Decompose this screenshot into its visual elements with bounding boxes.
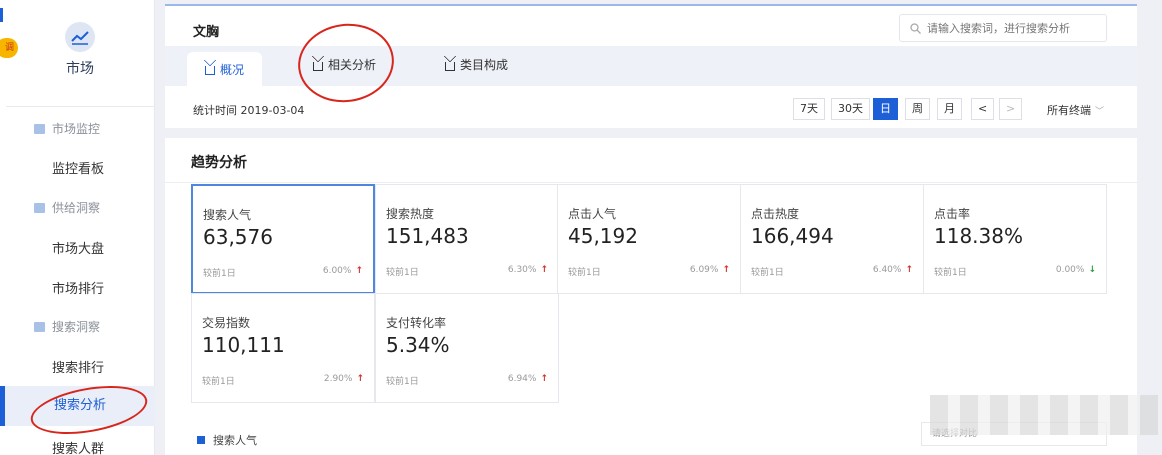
arrow-up-icon: ↑ <box>540 374 548 384</box>
compare-label: 较前1日 <box>202 377 235 387</box>
sidebar-edge-marker <box>0 8 3 22</box>
stat-date: 统计时间 2019-03-04 <box>193 104 305 117</box>
range-30d-button[interactable]: 30天 <box>831 98 870 120</box>
folder-icon <box>34 123 45 134</box>
nav-group-label: 市场监控 <box>52 122 101 136</box>
tab-label: 概况 <box>220 62 245 77</box>
change-value: 6.00% <box>322 266 352 276</box>
change-value: 2.90% <box>323 374 353 384</box>
metric-value: 151,483 <box>386 224 469 248</box>
sidebar-item-search-ranking[interactable]: 搜索排行 <box>52 357 104 376</box>
legend-label: 搜索人气 <box>213 434 257 447</box>
search-box[interactable] <box>899 14 1107 42</box>
arrow-up-icon: ↑ <box>905 265 913 275</box>
metric-value: 118.38% <box>934 224 1023 248</box>
metric-label: 搜索人气 <box>203 208 252 222</box>
change-value: 6.30% <box>507 265 537 275</box>
sidebar-item-market-ranking[interactable]: 市场排行 <box>52 278 104 297</box>
metric-label: 支付转化率 <box>386 316 447 330</box>
metric-card-search-popularity[interactable]: 搜索人气 63,576 较前1日 6.00% ↑ <box>191 184 375 294</box>
compare-label: 较前1日 <box>934 268 967 278</box>
metric-value: 5.34% <box>386 333 450 357</box>
metric-value: 166,494 <box>751 224 834 248</box>
metric-card-trade-index[interactable]: 交易指数 110,111 较前1日 2.90% ↑ <box>191 293 375 403</box>
nav-group-label: 搜索洞察 <box>52 320 101 334</box>
channel-select[interactable]: 所有终端 ﹀ <box>1047 102 1104 118</box>
range-7d-button[interactable]: 7天 <box>793 98 825 120</box>
metric-card-pay-conversion[interactable]: 支付转化率 5.34% 较前1日 6.94% ↑ <box>375 293 559 403</box>
change-value: 0.00% <box>1055 265 1085 275</box>
tab-label: 类目构成 <box>460 58 509 72</box>
chart-icon <box>65 22 95 52</box>
channel-select-value: 所有终端 <box>1047 104 1091 117</box>
metric-card-click-rate[interactable]: 点击率 118.38% 较前1日 0.00% ↓ <box>923 184 1107 294</box>
tab-category-composition[interactable]: 类目构成 <box>444 55 509 73</box>
nav-group-search-insight[interactable]: 搜索洞察 <box>34 318 100 335</box>
range-day-button[interactable]: 日 <box>873 98 898 120</box>
home-icon <box>204 60 216 75</box>
metric-label: 搜索热度 <box>386 207 435 221</box>
sidebar-item-search-crowd[interactable]: 搜索人群 <box>52 438 104 455</box>
sidebar-item-market-overview[interactable]: 市场大盘 <box>52 238 104 257</box>
brand[interactable]: 市场 <box>40 22 120 78</box>
change-value: 6.40% <box>872 265 902 275</box>
metric-label: 点击热度 <box>751 207 800 221</box>
compare-label: 较前1日 <box>751 268 784 278</box>
divider <box>165 182 1137 183</box>
prev-date-button[interactable]: < <box>971 98 995 120</box>
nav-group-supply-insight[interactable]: 供给洞察 <box>34 199 100 216</box>
arrow-down-icon: ↓ <box>1088 265 1096 275</box>
search-icon <box>910 22 921 34</box>
chart-legend[interactable]: 搜索人气 <box>197 432 257 448</box>
folder-icon <box>34 202 45 213</box>
next-date-button[interactable]: > <box>999 98 1023 120</box>
legend-swatch <box>197 436 205 444</box>
new-badge: 调 <box>0 38 18 58</box>
compare-label: 较前1日 <box>568 268 601 278</box>
tab-overview[interactable]: 概况 <box>187 52 263 86</box>
arrow-up-icon: ↑ <box>540 265 548 275</box>
search-input[interactable] <box>927 21 1097 35</box>
brand-label: 市场 <box>66 61 94 77</box>
metric-card-search-heat[interactable]: 搜索热度 151,483 较前1日 6.30% ↑ <box>375 184 559 294</box>
metric-card-click-heat[interactable]: 点击热度 166,494 较前1日 6.40% ↑ <box>740 184 924 294</box>
change-value: 6.09% <box>689 265 719 275</box>
page-title: 文胸 <box>193 25 220 40</box>
metric-label: 交易指数 <box>202 316 251 330</box>
nav-group-label: 供给洞察 <box>52 201 101 215</box>
change-value: 6.94% <box>507 374 537 384</box>
watermark <box>930 395 1160 435</box>
home-icon <box>444 55 456 71</box>
arrow-up-icon: ↑ <box>355 266 363 276</box>
sidebar: 调 市场 市场监控 监控看板 供给洞察 市场大盘 市场排行 搜索洞察 搜索排行 … <box>0 0 155 455</box>
metric-label: 点击率 <box>934 207 971 221</box>
active-indicator <box>0 386 5 426</box>
divider <box>6 106 154 107</box>
metric-value: 63,576 <box>203 225 273 249</box>
metric-value: 45,192 <box>568 224 638 248</box>
compare-label: 较前1日 <box>203 269 236 279</box>
sidebar-item-monitor-board[interactable]: 监控看板 <box>52 158 104 177</box>
metric-card-click-popularity[interactable]: 点击人气 45,192 较前1日 6.09% ↑ <box>557 184 741 294</box>
range-month-button[interactable]: 月 <box>937 98 962 120</box>
nav-group-market-monitor[interactable]: 市场监控 <box>34 120 100 137</box>
compare-label: 较前1日 <box>386 268 419 278</box>
trend-title: 趋势分析 <box>191 155 247 171</box>
range-week-button[interactable]: 周 <box>905 98 930 120</box>
folder-icon <box>34 321 45 332</box>
metric-value: 110,111 <box>202 333 285 357</box>
arrow-up-icon: ↑ <box>356 374 364 384</box>
compare-label: 较前1日 <box>386 377 419 387</box>
metric-label: 点击人气 <box>568 207 617 221</box>
chevron-down-icon: ﹀ <box>1095 107 1105 117</box>
arrow-up-icon: ↑ <box>722 265 730 275</box>
